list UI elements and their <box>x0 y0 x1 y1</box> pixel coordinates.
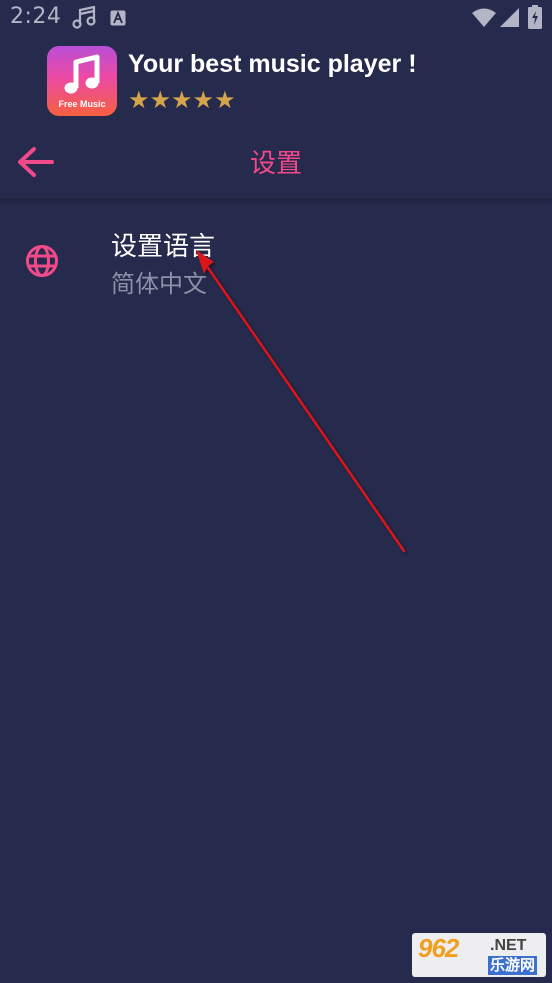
watermark-number: 962 <box>418 933 459 963</box>
battery-icon <box>528 5 542 29</box>
watermark-cn: 乐游网 <box>488 956 538 975</box>
watermark-logo: 962 .NET 乐游网 <box>412 933 546 977</box>
a-icon <box>110 10 126 26</box>
toolbar: 设置 <box>0 126 552 199</box>
app-logo-text: Free Music <box>58 99 106 109</box>
ad-title[interactable]: Your best music player ! <box>128 50 417 79</box>
watermark-net: .NET <box>490 937 527 954</box>
wifi-icon <box>472 8 496 27</box>
setting-language-value: 简体中文 <box>111 270 207 298</box>
app-logo[interactable]: Free Music <box>47 46 117 116</box>
setting-language-title: 设置语言 <box>111 232 216 262</box>
signal-icon <box>500 8 519 27</box>
rating-stars: ★★★★★ <box>128 86 236 114</box>
music-note-icon <box>64 54 100 94</box>
ad-banner[interactable]: Free Music Your best music player ! ★★★★… <box>0 36 552 126</box>
status-bar: 2:24 <box>0 0 552 36</box>
music-note-icon <box>72 6 96 29</box>
page-title: 设置 <box>249 149 302 179</box>
status-time: 2:24 <box>10 4 62 29</box>
globe-icon <box>26 245 58 277</box>
setting-language-row[interactable]: 设置语言 简体中文 <box>0 210 552 310</box>
